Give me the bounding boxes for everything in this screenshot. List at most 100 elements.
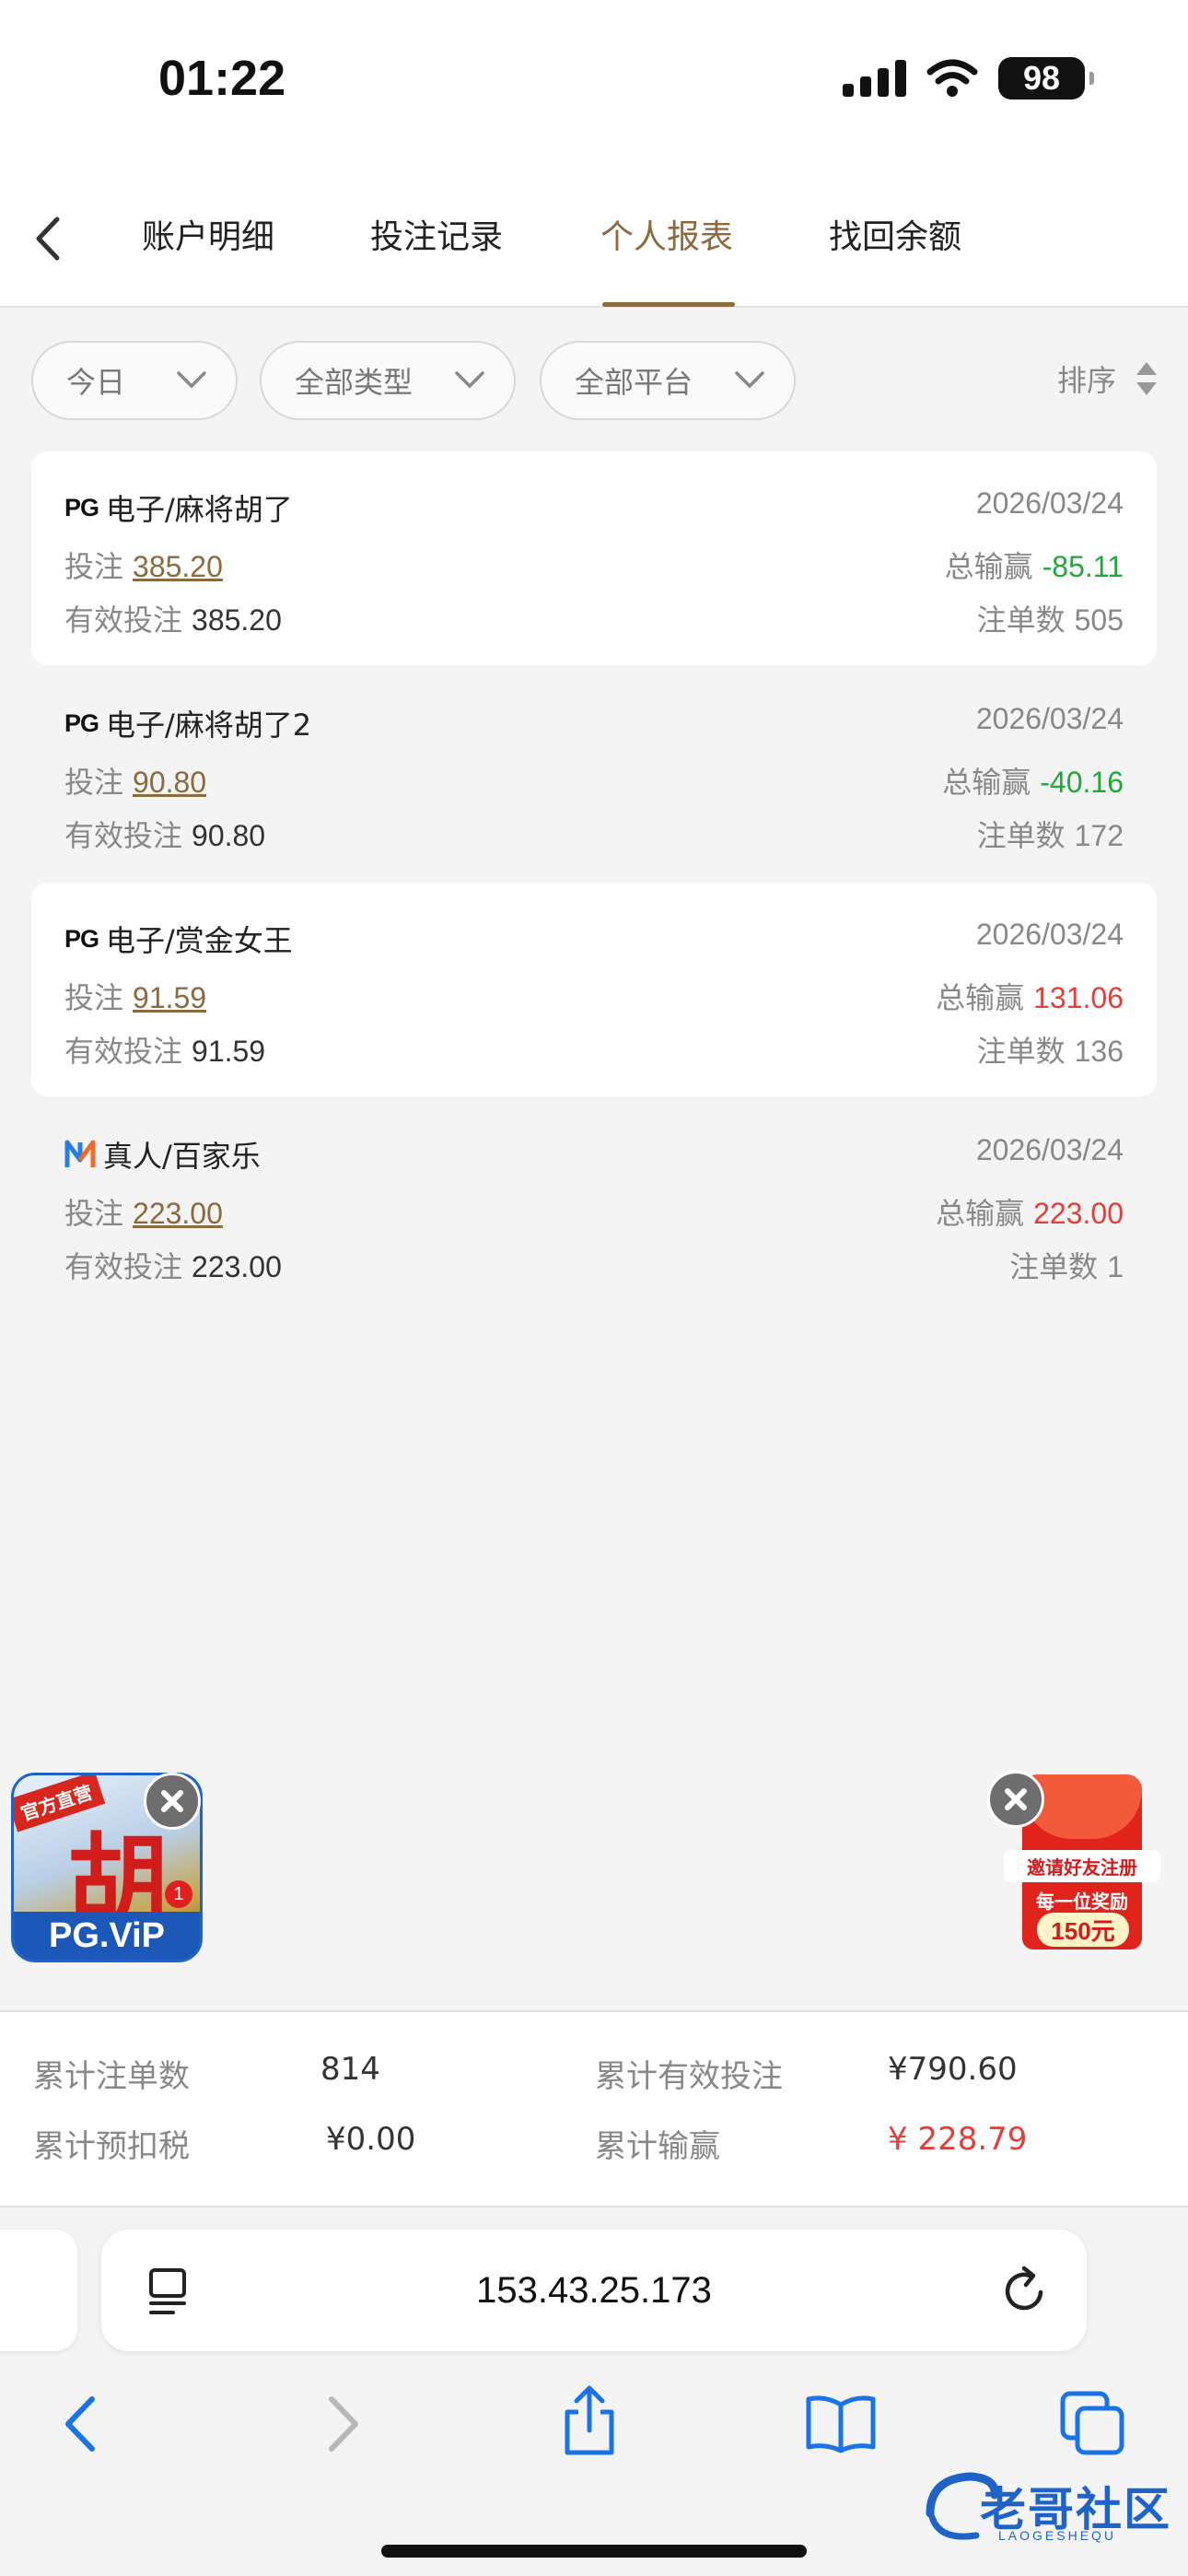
- bet-amount-link[interactable]: 91.59: [133, 981, 206, 1014]
- record-date: 2026/03/24: [975, 918, 1124, 951]
- close-icon: [161, 1790, 183, 1812]
- bet-amount-link[interactable]: 385.20: [133, 550, 223, 583]
- chevron-down-icon: [735, 371, 764, 389]
- winloss-label: 总输赢: [942, 765, 1031, 800]
- bet-label: 投注: [64, 1196, 124, 1231]
- order-count-label: 注单数: [976, 1034, 1066, 1069]
- record-date: 2026/03/24: [975, 1133, 1124, 1166]
- sort-icon: [1136, 362, 1157, 395]
- total-valid-bet-value: ¥790.60: [888, 2051, 1018, 2088]
- date-filter[interactable]: 今日: [31, 341, 238, 420]
- pg-logo-icon: PG: [64, 924, 99, 953]
- total-orders-value: 814: [320, 2051, 380, 2088]
- record-date: 2026/03/24: [975, 702, 1124, 735]
- type-filter[interactable]: 全部类型: [260, 341, 516, 420]
- bet-amount-link[interactable]: 90.80: [133, 766, 206, 799]
- watermark-subtext: LAOGESHEQU: [998, 2528, 1117, 2543]
- report-record[interactable]: PG 电子/麻将胡了 2026/03/24 投注 385.20 总输赢 -85.11…: [31, 451, 1157, 665]
- bet-amount-link[interactable]: 223.00: [133, 1197, 223, 1230]
- share-icon[interactable]: [558, 2384, 621, 2458]
- back-button[interactable]: [29, 206, 85, 271]
- total-winloss-value: ¥ 228.79: [888, 2121, 1028, 2158]
- total-valid-bet-label: 累计有效投注: [595, 2058, 783, 2095]
- valid-bet-label: 有效投注: [64, 1249, 183, 1284]
- bet-label: 投注: [64, 980, 124, 1015]
- bet-label: 投注: [64, 765, 124, 800]
- tab-header: 账户明细 投注记录 个人报表 找回余额: [0, 166, 1188, 308]
- valid-bet-label: 有效投注: [64, 603, 183, 638]
- promo-amount: 150元: [1037, 1913, 1129, 1947]
- promo-brand: PG.ViP: [14, 1912, 200, 1960]
- status-icons: 98: [843, 57, 1094, 100]
- tabs-icon[interactable]: [1059, 2390, 1125, 2456]
- browser-toolbar: 153.43.25.173 老哥社区 LAOGESHEQU: [0, 2209, 1188, 2576]
- live-casino-logo-icon: [64, 1140, 96, 1167]
- report-record[interactable]: PG 电子/麻将胡了2 2026/03/24 投注 90.80 总输赢 -40.16…: [31, 667, 1157, 881]
- wifi-icon: [926, 59, 978, 97]
- status-time: 01:22: [158, 51, 286, 106]
- valid-bet-value: 223.00: [192, 1250, 282, 1283]
- date-filter-label: 今日: [66, 365, 126, 400]
- pg-logo-icon: PG: [64, 708, 99, 737]
- promo-invite-text: 邀请好友注册: [1004, 1850, 1160, 1882]
- winloss-value: 223.00: [1033, 1197, 1124, 1230]
- reload-icon[interactable]: [1002, 2265, 1050, 2316]
- previous-tab-preview[interactable]: [0, 2230, 77, 2351]
- record-title: 电子/麻将胡了2: [106, 708, 312, 743]
- order-count-value: 505: [1074, 603, 1124, 637]
- close-right-promo-button[interactable]: [987, 1771, 1044, 1828]
- bookmarks-icon[interactable]: [805, 2394, 877, 2454]
- close-left-promo-button[interactable]: [144, 1773, 201, 1830]
- tab-personal-report[interactable]: 个人报表: [575, 210, 759, 258]
- chevron-down-icon: [455, 371, 484, 389]
- total-winloss-label: 累计输赢: [595, 2128, 720, 2165]
- platform-filter[interactable]: 全部平台: [540, 341, 796, 420]
- order-count-label: 注单数: [1009, 1249, 1099, 1284]
- record-title: 电子/麻将胡了: [106, 492, 293, 527]
- platform-filter-label: 全部平台: [575, 365, 693, 400]
- winloss-value: 131.06: [1033, 981, 1124, 1014]
- winloss-label: 总输赢: [936, 980, 1025, 1015]
- winloss-label: 总输赢: [944, 549, 1033, 584]
- report-record[interactable]: PG 电子/赏金女王 2026/03/24 投注 91.59 总输赢 131.06 …: [31, 883, 1157, 1096]
- withholding-tax-label: 累计预扣税: [33, 2128, 190, 2165]
- winloss-label: 总输赢: [936, 1196, 1025, 1231]
- browser-forward-icon[interactable]: [313, 2392, 368, 2456]
- tab-recover-balance[interactable]: 找回余额: [803, 210, 987, 258]
- chevron-down-icon: [177, 371, 206, 389]
- report-record[interactable]: 真人/百家乐 2026/03/24 投注 223.00 总输赢 223.00 有效投…: [31, 1098, 1157, 1312]
- total-orders-label: 累计注单数: [33, 2058, 190, 2095]
- valid-bet-label: 有效投注: [64, 818, 183, 853]
- order-count-value: 1: [1107, 1250, 1124, 1283]
- watermark-logo: 老哥社区 LAOGESHEQU: [921, 2467, 1179, 2550]
- sort-label: 排序: [1056, 363, 1116, 398]
- order-count-value: 136: [1074, 1035, 1124, 1068]
- summary-panel: 累计注单数 814 累计有效投注 ¥790.60 累计预扣税 ¥0.00 累计输…: [0, 2010, 1188, 2207]
- active-tab-indicator: [602, 302, 735, 307]
- url-text: 153.43.25.173: [476, 2270, 712, 2311]
- order-count-value: 172: [1074, 819, 1124, 852]
- bet-label: 投注: [64, 549, 124, 584]
- pg-logo-icon: PG: [64, 493, 99, 521]
- valid-bet-label: 有效投注: [64, 1034, 183, 1069]
- valid-bet-value: 90.80: [192, 819, 266, 852]
- tab-account-details[interactable]: 账户明细: [116, 210, 300, 258]
- battery-icon: 98: [998, 57, 1094, 100]
- record-date: 2026/03/24: [975, 486, 1124, 520]
- withholding-tax-value: ¥0.00: [326, 2121, 416, 2158]
- type-filter-label: 全部类型: [295, 365, 413, 400]
- address-bar[interactable]: 153.43.25.173: [101, 2230, 1087, 2351]
- order-count-label: 注单数: [976, 818, 1066, 853]
- record-title: 电子/赏金女王: [106, 923, 293, 958]
- order-count-label: 注单数: [976, 603, 1066, 638]
- browser-back-icon[interactable]: [55, 2392, 111, 2456]
- tab-bet-records[interactable]: 投注记录: [344, 210, 529, 258]
- winloss-value: -40.16: [1040, 766, 1124, 799]
- close-icon: [1005, 1788, 1027, 1810]
- home-indicator: [381, 2545, 807, 2558]
- sort-button[interactable]: 排序: [1057, 357, 1159, 400]
- status-bar: 01:22 98: [0, 0, 1188, 166]
- promo-badge: 1: [165, 1880, 192, 1908]
- winloss-value: -85.11: [1042, 550, 1124, 583]
- chevron-left-icon: [36, 217, 60, 261]
